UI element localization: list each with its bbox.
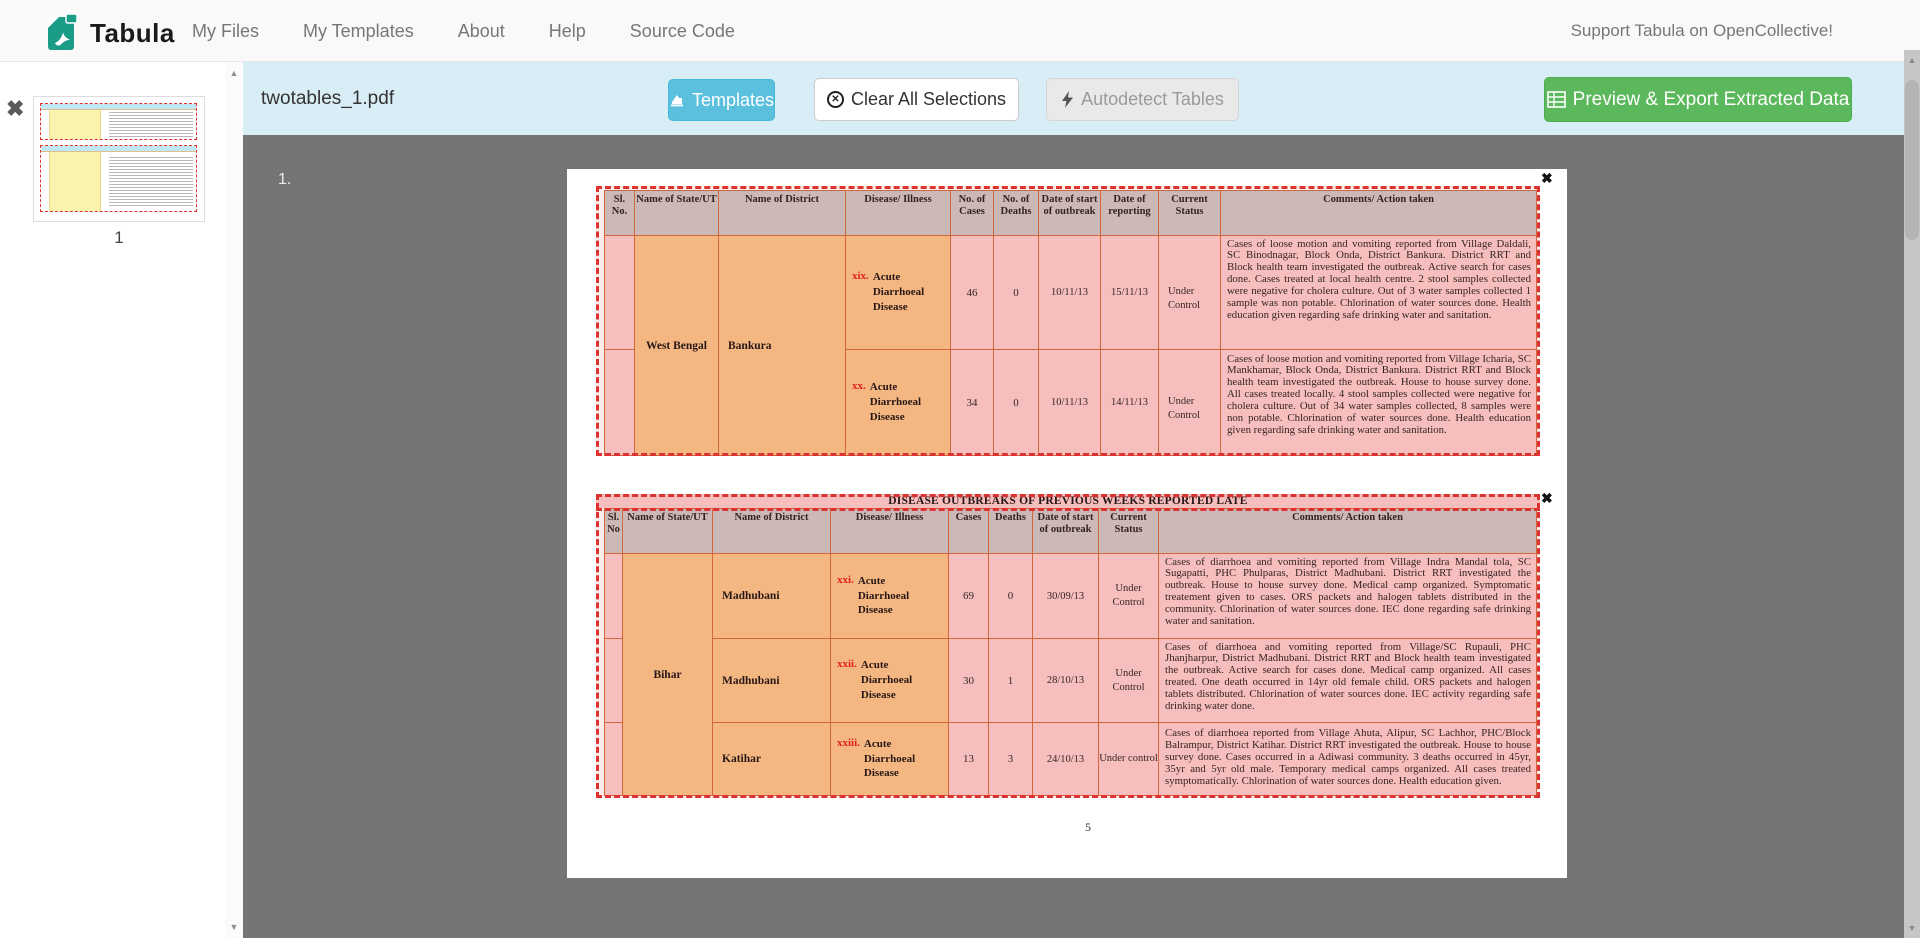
template-icon (669, 92, 685, 108)
tabula-app: Tabula My Files My Templates About Help … (0, 0, 1920, 938)
nav-item-help[interactable]: Help (549, 21, 586, 42)
selection-box-1[interactable] (596, 186, 1540, 456)
page-thumbnail-sidebar: ✖ 1 ▲ ▼ (0, 62, 243, 938)
brand[interactable]: Tabula (44, 10, 175, 57)
brand-name: Tabula (90, 18, 175, 49)
preview-export-button[interactable]: Preview & Export Extracted Data (1544, 77, 1852, 122)
sidebar-scroll-down-icon[interactable]: ▼ (225, 922, 243, 932)
autodetect-button-label: Autodetect Tables (1081, 89, 1224, 110)
clear-circle-x-icon: ✕ (827, 91, 844, 108)
templates-button-label: Templates (692, 90, 774, 111)
table-list-icon (1547, 91, 1566, 108)
nav-item-about[interactable]: About (458, 21, 505, 42)
templates-button[interactable]: Templates (668, 79, 775, 121)
pdf-page-number: 5 (1085, 820, 1091, 835)
navbar: Tabula My Files My Templates About Help … (0, 0, 1920, 62)
selection-1-close-icon[interactable]: ✖ (1541, 171, 1553, 185)
window-scroll-down-icon[interactable]: ▼ (1904, 923, 1920, 933)
pdf-page[interactable]: Sl. No. Name of State/UT Name of Distric… (567, 169, 1567, 878)
sidebar-scroll-up-icon[interactable]: ▲ (225, 68, 243, 78)
page-1-thumbnail[interactable] (33, 96, 205, 222)
tabula-logo-icon (44, 10, 80, 57)
lightning-bolt-icon (1061, 91, 1074, 108)
nav-item-my-templates[interactable]: My Templates (303, 21, 414, 42)
nav-item-source-code[interactable]: Source Code (630, 21, 735, 42)
clear-button-label: Clear All Selections (851, 89, 1006, 110)
document-canvas: 1. Sl. No. Name of State/UT Name of Dist… (243, 135, 1904, 938)
autodetect-tables-button[interactable]: Autodetect Tables (1046, 78, 1239, 121)
window-scrollbar[interactable]: ▲ ▼ (1904, 50, 1920, 938)
selection-2-divider (596, 508, 1540, 511)
document-filename: twotables_1.pdf (261, 62, 394, 135)
thumbnail-selection-1 (40, 103, 197, 140)
sidebar-scrollbar[interactable]: ▲ ▼ (225, 62, 243, 938)
clear-all-selections-button[interactable]: ✕ Clear All Selections (814, 78, 1019, 121)
nav-links: My Files My Templates About Help Source … (192, 0, 735, 62)
window-scroll-up-icon[interactable]: ▲ (1904, 55, 1920, 65)
selection-box-2[interactable] (596, 494, 1540, 798)
support-opencollective-link[interactable]: Support Tabula on OpenCollective! (1571, 0, 1833, 62)
export-button-label: Preview & Export Extracted Data (1573, 89, 1850, 111)
nav-item-my-files[interactable]: My Files (192, 21, 259, 42)
canvas-page-index: 1. (278, 171, 291, 189)
remove-page-icon[interactable]: ✖ (6, 98, 24, 120)
selection-2-close-icon[interactable]: ✖ (1541, 491, 1553, 505)
window-scrollbar-thumb[interactable] (1905, 80, 1919, 240)
toolbar: twotables_1.pdf Templates ✕ Clear All Se… (243, 62, 1904, 135)
thumbnail-page-number: 1 (33, 228, 205, 248)
thumbnail-selection-2 (40, 145, 197, 212)
